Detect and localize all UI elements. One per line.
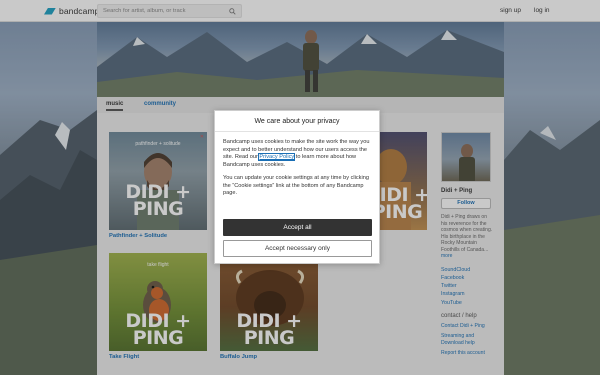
cookie-consent-dialog: We care about your privacy Bandcamp uses… — [214, 110, 380, 264]
dialog-paragraph: Bandcamp uses cookies to make the site w… — [223, 139, 371, 170]
dialog-paragraph: You can update your cookie settings at a… — [223, 174, 369, 197]
accept-necessary-button[interactable]: Accept necessary only — [223, 240, 372, 257]
accept-all-button[interactable]: Accept all — [223, 219, 372, 236]
dialog-title: We care about your privacy — [215, 111, 379, 132]
privacy-policy-link[interactable]: Privacy Policy — [258, 153, 296, 162]
dialog-body: Bandcamp uses cookies to make the site w… — [215, 132, 379, 198]
